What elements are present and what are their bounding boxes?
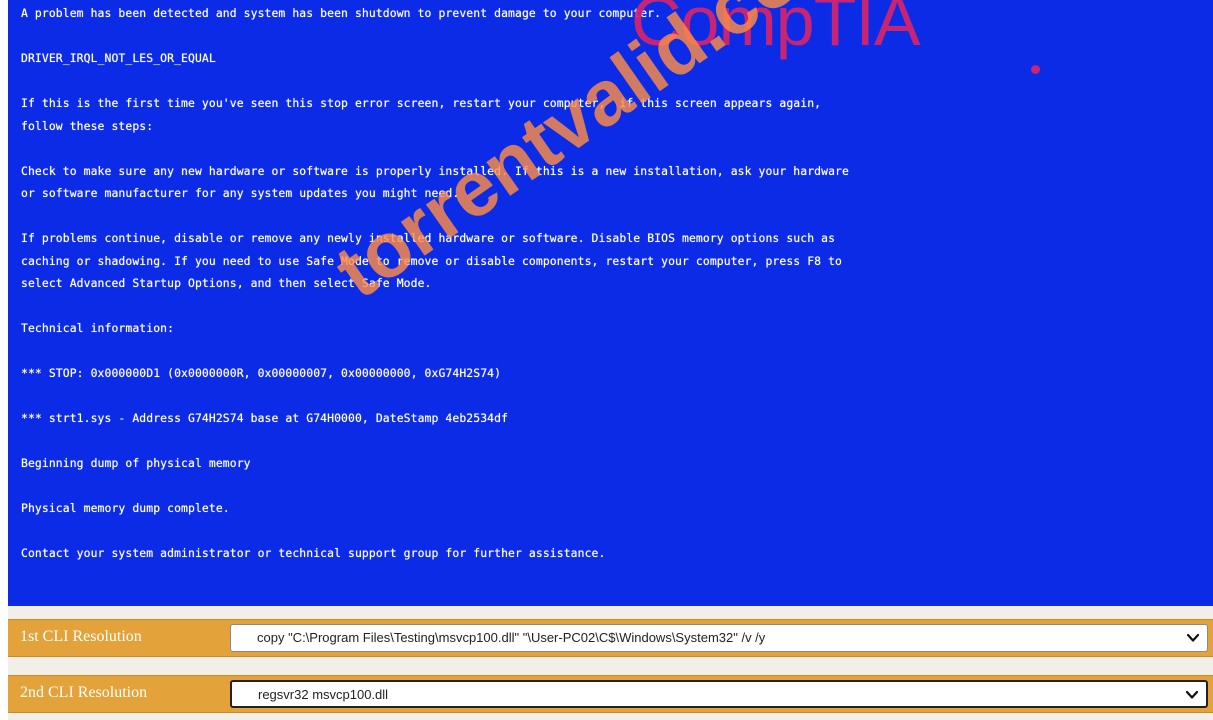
chevron-down-icon (1186, 690, 1198, 699)
logo-dot (1031, 65, 1040, 74)
resolution-label-2: 2nd CLI Resolution (20, 684, 148, 701)
app-frame: A problem has been detected and system h… (0, 0, 1213, 720)
stop-error-line: A problem has been detected and system h… (21, 6, 662, 20)
stop-error-line: Check to make sure any new hardware or s… (21, 163, 849, 178)
stop-error-line: *** strt1.sys - Address G74H2S74 base at… (21, 411, 509, 425)
stop-error-line: Beginning dump of physical memory (21, 456, 251, 470)
separator (8, 606, 1213, 619)
blue-screen-panel: A problem has been detected and system h… (8, 0, 1213, 606)
separator (8, 657, 1213, 675)
stop-error-line: select Advanced Startup Options, and the… (21, 276, 432, 290)
resolution-select-2[interactable]: regsvr32 msvcp100.dll (230, 680, 1208, 708)
stop-error-line: *** STOP: 0x000000D1 (0x0000000R, 0x0000… (21, 366, 502, 380)
separator (8, 713, 1213, 720)
resolution-select-1[interactable]: copy "C:\Program Files\Testing\msvcp100.… (230, 624, 1208, 652)
stop-error-line: If this is the first time you've seen th… (21, 96, 822, 110)
stop-error-line: or software manufacturer for any system … (21, 186, 460, 200)
resolution-select-value-2: regsvr32 msvcp100.dll (258, 687, 389, 702)
stop-error-line: Physical memory dump complete. (21, 501, 230, 515)
stop-error-line: follow these steps: (21, 118, 154, 133)
stop-error-line: Technical information: (21, 321, 175, 335)
chevron-down-icon (1187, 633, 1199, 642)
stop-error-text: A problem has been detected and system h… (21, 2, 1213, 565)
comptia-logo: CompTIA (631, 0, 921, 60)
stop-error-line: caching or shadowing. If you need to use… (21, 253, 843, 268)
resolution-label-1: 1st CLI Resolution (20, 628, 142, 645)
resolution-select-value-1: copy "C:\Program Files\Testing\msvcp100.… (257, 630, 766, 645)
stop-error-line: Contact your system administrator or tec… (21, 546, 606, 560)
resolution-row-2: 2nd CLI Resolution regsvr32 msvcp100.dll (8, 675, 1213, 713)
stop-error-line: If problems continue, disable or remove … (21, 231, 836, 245)
resolution-row-1: 1st CLI Resolution copy "C:\Program File… (8, 619, 1213, 657)
